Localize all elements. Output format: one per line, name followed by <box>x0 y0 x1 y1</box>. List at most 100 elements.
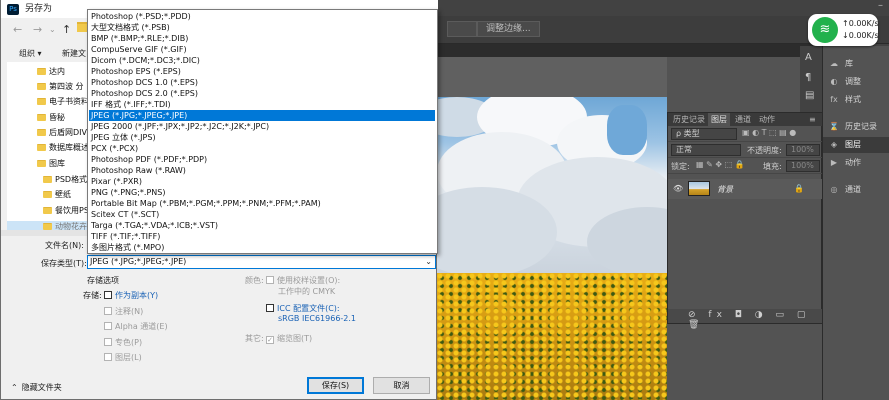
layer-footer-icons[interactable]: ⊘ fx ◘ ◑ ▭ ▢ 🗑 <box>688 310 823 330</box>
sidebar-item[interactable]: 电子书资料 <box>37 96 89 108</box>
sidebar-item[interactable]: 昏秘 <box>37 112 65 124</box>
up-icon[interactable]: ↑ <box>62 23 71 36</box>
format-option[interactable]: CompuServe GIF (*.GIF) <box>89 44 435 55</box>
panel-menu-icon[interactable]: ≡ <box>806 113 819 126</box>
format-option[interactable]: Dicom (*.DCM;*.DC3;*.DIC) <box>89 55 435 66</box>
kind-filter[interactable]: ρ 类型 <box>671 128 737 140</box>
folder-icon <box>37 98 46 105</box>
tab-layers[interactable]: 图层 <box>708 113 730 126</box>
layer-item-background[interactable]: 👁 背景 🔒 <box>668 179 823 199</box>
folder-icon <box>43 191 52 198</box>
format-option[interactable]: JPEG 立体 (*.JPS) <box>89 132 435 143</box>
folder-icon <box>43 176 52 183</box>
alpha-checkbox[interactable]: Alpha 通道(E) <box>104 321 168 332</box>
opacity-label: 不透明度: <box>747 146 782 155</box>
thumbnail-checkbox[interactable]: ✓ 缩览图(T) <box>266 333 312 344</box>
upload-speed: ↑0.00K/s <box>842 19 879 28</box>
layers-tool-icon[interactable]: ▤ <box>805 90 814 101</box>
format-option[interactable]: Scitex CT (*.SCT) <box>89 209 435 220</box>
minimize-icon[interactable]: – <box>878 0 883 11</box>
format-option[interactable]: IFF 格式 (*.IFF;*.TDI) <box>89 99 435 110</box>
sidebar-item[interactable]: 数据库概述 <box>37 142 89 154</box>
checkbox-icon <box>104 307 112 315</box>
save-options-title: 存储选项 <box>87 276 119 285</box>
libraries-icon: ☁ <box>830 59 838 68</box>
text-tool-icon[interactable]: A <box>805 52 812 63</box>
paragraph-icon[interactable]: ¶ <box>805 72 811 83</box>
checkbox-icon <box>266 304 274 312</box>
format-option[interactable]: Targa (*.TGA;*.VDA;*.ICB;*.VST) <box>89 220 435 231</box>
as-copy-checkbox[interactable]: 作为副本(Y) <box>104 290 158 301</box>
sidebar-item[interactable]: PSD格式 <box>43 174 87 186</box>
cancel-button[interactable]: 取消 <box>373 377 430 394</box>
history-dropdown-icon[interactable]: ⌄ <box>49 25 56 34</box>
format-option[interactable]: TIFF (*.TIF;*.TIFF) <box>89 231 435 242</box>
blend-mode-select[interactable]: 正常 <box>671 144 741 156</box>
filter-row: ρ 类型 ▣ ◐ T ⬚ ▤ ● <box>668 126 823 142</box>
format-option[interactable]: Photoshop EPS (*.EPS) <box>89 66 435 77</box>
layer-thumbnail <box>688 181 710 196</box>
new-folder-button[interactable]: 新建文 <box>62 48 86 59</box>
panel-gap <box>667 57 800 112</box>
sidebar-item[interactable]: 达内 <box>37 66 65 78</box>
organize-button[interactable]: 组织 ▾ <box>19 48 42 59</box>
panel-layers[interactable]: ◈ 图层 <box>823 137 889 153</box>
fill-field[interactable]: 100% <box>786 160 820 172</box>
dialog-title: 另存为 <box>25 4 53 14</box>
spot-checkbox[interactable]: 专色(P) <box>104 337 142 348</box>
icc-checkbox[interactable]: ICC 配置文件(C): <box>266 303 340 314</box>
eye-icon[interactable]: 👁 <box>673 184 683 193</box>
wifi-icon: ≋ <box>812 17 838 43</box>
format-option[interactable]: Photoshop DCS 1.0 (*.EPS) <box>89 77 435 88</box>
forward-icon[interactable]: → <box>33 23 42 36</box>
folder-icon <box>37 160 46 167</box>
panel-history[interactable]: ⌛ 历史记录 <box>827 119 877 135</box>
canvas-gray-area <box>437 57 667 97</box>
lock-icons[interactable]: ▦ ✎ ✥ ⬚ 🔒 <box>696 160 745 169</box>
format-dropdown-list[interactable]: Photoshop (*.PSD;*.PDD) 大型文档格式 (*.PSB) BMP… <box>87 9 438 254</box>
download-speed: ↓0.00K/s <box>842 31 879 40</box>
layers-checkbox[interactable]: 图层(L) <box>104 352 142 363</box>
sidebar-item[interactable]: 后盾网DIV <box>37 127 87 139</box>
format-option[interactable]: Portable Bit Map (*.PBM;*.PGM;*.PPM;*.PN… <box>89 198 435 209</box>
panel-actions[interactable]: ▶ 动作 <box>827 155 861 171</box>
format-option[interactable]: PNG (*.PNG;*.PNS) <box>89 187 435 198</box>
lock-label: 锁定: <box>671 162 690 171</box>
canvas-image[interactable] <box>437 97 667 400</box>
sunflower-field <box>437 273 667 400</box>
panel-channels[interactable]: ◎ 通道 <box>827 182 862 198</box>
filename-label: 文件名(N): <box>45 241 84 250</box>
network-speed-widget[interactable]: ≋ ↑0.00K/s ↓0.00K/s <box>808 14 879 46</box>
format-option[interactable]: 多图片格式 (*.MPO) <box>89 242 435 253</box>
filter-icons[interactable]: ▣ ◐ T ⬚ ▤ ● <box>742 128 796 137</box>
hide-folders-toggle[interactable]: ⌃ 隐藏文件夹 <box>11 382 62 393</box>
format-option[interactable]: Photoshop Raw (*.RAW) <box>89 165 435 176</box>
panel-adjustments[interactable]: ◐ 调整 <box>827 74 862 90</box>
format-option[interactable]: JPEG 2000 (*.JPF;*.JPX;*.JP2;*.J2C;*.J2K… <box>89 121 435 132</box>
format-option[interactable]: Photoshop DCS 2.0 (*.EPS) <box>89 88 435 99</box>
sidebar-item[interactable]: 图库 <box>37 158 65 170</box>
back-icon[interactable]: ← <box>13 23 22 36</box>
format-option[interactable]: PCX (*.PCX) <box>89 143 435 154</box>
opacity-field[interactable]: 100% <box>786 144 820 156</box>
sidebar-item[interactable]: 第四波 分 <box>37 81 84 93</box>
use-proof-checkbox[interactable]: 使用校样设置(O): <box>266 275 340 286</box>
save-button[interactable]: 保存(S) <box>307 377 364 394</box>
format-option[interactable]: Photoshop (*.PSD;*.PDD) <box>89 11 435 22</box>
format-option[interactable]: Photoshop PDF (*.PDF;*.PDP) <box>89 154 435 165</box>
format-option[interactable]: Pixar (*.PXR) <box>89 176 435 187</box>
sidebar-item[interactable]: 壁纸 <box>43 189 71 201</box>
panel-styles[interactable]: fx 样式 <box>827 92 861 108</box>
format-option[interactable]: BMP (*.BMP;*.RLE;*.DIB) <box>89 33 435 44</box>
panel-libraries[interactable]: ☁ 库 <box>827 56 853 72</box>
tab-channels[interactable]: 通道 <box>732 113 754 126</box>
format-option[interactable]: JPEG (*.JPG;*.JPEG;*.JPE) <box>89 110 435 121</box>
tab-actions[interactable]: 动作 <box>756 113 778 126</box>
format-option[interactable]: 大型文档格式 (*.PSB) <box>89 22 435 33</box>
adjust-edge-button[interactable]: 调整边缘... <box>477 21 540 37</box>
notes-checkbox[interactable]: 注释(N) <box>104 306 143 317</box>
sidebar-item[interactable]: 餐饮用PS <box>43 205 89 217</box>
options-field[interactable] <box>447 21 477 37</box>
tab-history[interactable]: 历史记录 <box>670 113 708 126</box>
filetype-select[interactable]: JPEG (*.JPG;*.JPEG;*.JPE) ⌄ <box>87 255 436 269</box>
